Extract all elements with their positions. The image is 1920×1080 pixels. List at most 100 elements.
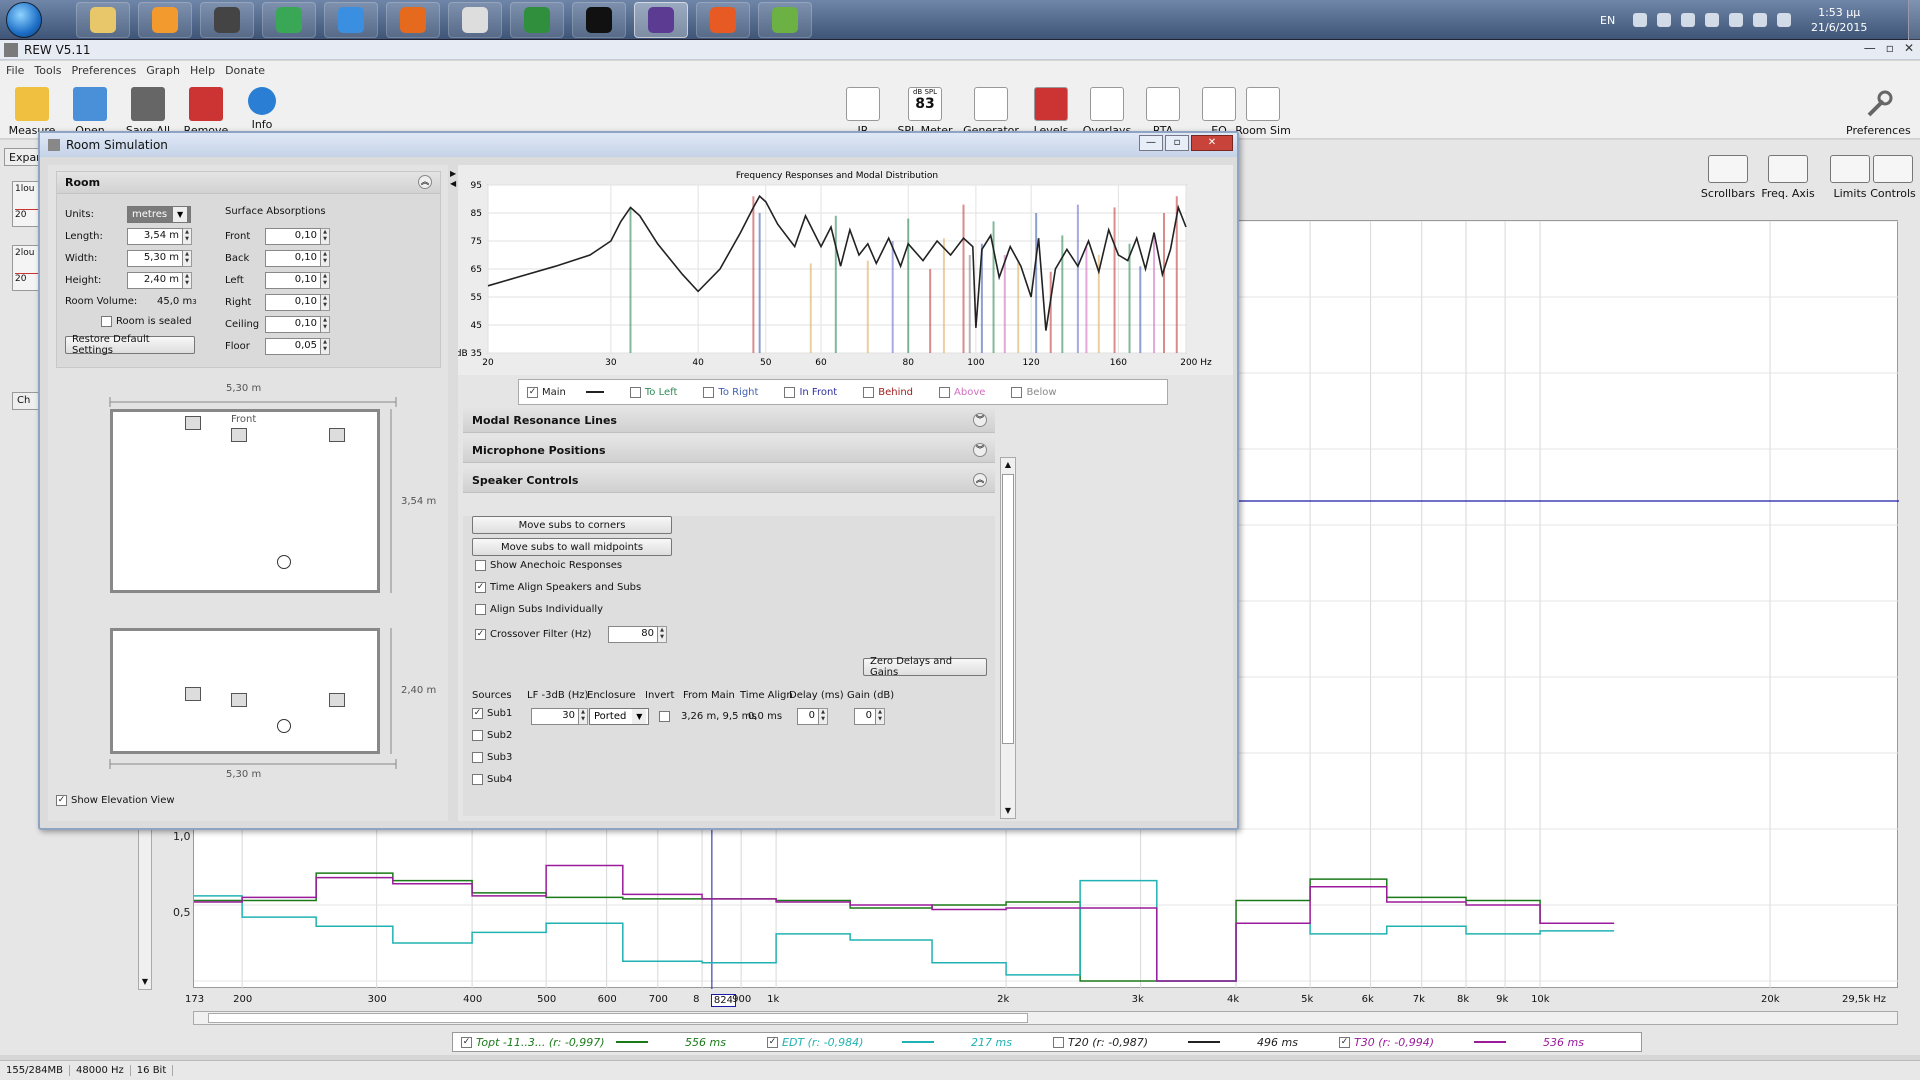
height-field[interactable]: 2,40 m [127,272,183,289]
crossover-spinner[interactable]: ▲ ▼ [658,626,667,643]
elev-speaker-right[interactable] [329,693,345,707]
tray-app-icon[interactable] [1681,13,1696,27]
show-desktop-button[interactable] [1908,0,1920,40]
absorption-field-ceiling[interactable]: 0,10 [265,316,321,333]
tray-flag-icon[interactable] [1777,13,1792,27]
height-spinner[interactable]: ▲ ▼ [183,272,192,289]
length-spinner[interactable]: ▲ ▼ [183,228,192,245]
main-plot-horizontal-scrollbar[interactable] [193,1011,1898,1025]
menu-preferences[interactable]: Preferences [72,64,137,77]
taskbar-play[interactable] [572,2,626,38]
fr-legend-behind[interactable]: Behind [863,386,913,398]
elev-speaker-left[interactable] [185,687,201,701]
absorption-field-left[interactable]: 0,10 [265,272,321,289]
enclosure-select[interactable]: Ported ▼ [589,708,649,725]
elev-microphone-icon[interactable] [277,719,291,733]
taskbar-lightning[interactable] [696,2,750,38]
delay-spinner[interactable]: ▲ ▼ [819,708,828,725]
start-button[interactable] [6,2,42,38]
crossover-field[interactable]: 80 [608,626,658,643]
splitter-arrows-icon[interactable]: ▶ ◀ [450,169,458,195]
legend-item-3[interactable]: ✓ T30 (r: -0,994) 536 ms [1339,1036,1611,1049]
fr-legend-checkbox[interactable] [703,386,715,398]
section-modal-resonance-lines[interactable]: Modal Resonance Lines ︾ [463,408,995,433]
fr-legend-to-right[interactable]: To Right [703,386,758,398]
legend-item-2[interactable]: T20 (r: -0,987) 496 ms [1053,1036,1325,1049]
plan-speaker-right[interactable] [329,428,345,442]
dialog-minimize-icon[interactable]: — [1139,135,1163,151]
menu-file[interactable]: File [6,64,24,77]
source-checkbox[interactable] [472,752,483,763]
legend-checkbox[interactable]: ✓ [461,1036,472,1048]
language-indicator[interactable]: EN [1600,14,1615,27]
length-field[interactable]: 3,54 m [127,228,183,245]
fr-legend-checkbox[interactable] [629,386,641,398]
fr-legend-to-left[interactable]: To Left [629,386,677,398]
menu-help[interactable]: Help [190,64,215,77]
section-speaker-controls[interactable]: Speaker Controls ︽ [463,468,995,493]
collapse-up-icon[interactable]: ︽ [973,473,987,487]
crossover-check[interactable]: ✓ [475,629,486,640]
room-header[interactable]: Room ︽ [57,172,440,194]
fr-legend-checkbox[interactable] [939,386,951,398]
plan-speaker-left[interactable] [185,416,201,430]
time-align-checkbox[interactable]: ✓ Time Align Speakers and Subs [475,582,641,593]
tray-chevron-icon[interactable] [1633,13,1648,27]
fr-legend-below[interactable]: Below [1011,386,1057,398]
absorption-spinner[interactable]: ▲ ▼ [321,272,330,289]
scroll-thumb[interactable] [1002,474,1014,744]
align-subs-check[interactable] [475,604,486,615]
legend-item-1[interactable]: ✓ EDT (r: -0,984) 217 ms [767,1036,1039,1049]
minimize-icon[interactable]: — [1864,41,1876,55]
fr-legend-checkbox[interactable]: ✓ [527,386,538,398]
show-elevation-check[interactable]: ✓ [56,795,67,806]
source-row-sub2[interactable]: Sub2 [472,730,512,741]
fr-legend-main[interactable]: ✓ Main [527,386,604,398]
taskbar-ie[interactable] [324,2,378,38]
room-sealed-check[interactable] [101,316,112,327]
width-spinner[interactable]: ▲ ▼ [183,250,192,267]
main-plot-vertical-scrollbar[interactable]: ▼ [138,825,152,990]
taskbar-folder[interactable] [76,2,130,38]
legend-checkbox[interactable]: ✓ [1339,1036,1350,1048]
anechoic-check[interactable] [475,560,486,571]
taskbar-calendar-321[interactable] [200,2,254,38]
preferences-button[interactable]: Preferences [1846,87,1911,137]
source-row-sub3[interactable]: Sub3 [472,752,512,763]
legend-checkbox[interactable]: ✓ [767,1036,778,1048]
source-row-sub4[interactable]: Sub4 [472,774,512,785]
speaker-controls-scrollbar[interactable]: ▲ ▼ [1000,457,1016,819]
open-button[interactable]: Open [60,87,120,137]
menu-graph[interactable]: Graph [146,64,180,77]
show-elevation-checkbox[interactable]: ✓ Show Elevation View [56,795,175,806]
menu-donate[interactable]: Donate [225,64,265,77]
scroll-down-icon[interactable]: ▼ [139,977,151,989]
time-align-check[interactable]: ✓ [475,582,486,593]
invert-checkbox[interactable] [659,711,670,722]
menu-tools[interactable]: Tools [34,64,61,77]
fr-legend-checkbox[interactable] [863,386,875,398]
taskbar-utorrent[interactable] [758,2,812,38]
close-icon[interactable]: ✕ [1904,41,1914,55]
generator-button[interactable]: Generator [962,87,1020,137]
room-plan-view[interactable]: Front [110,409,380,593]
maximize-icon[interactable]: ▫ [1886,41,1894,55]
tray-display-icon[interactable] [1753,13,1768,27]
absorption-spinner[interactable]: ▲ ▼ [321,316,330,333]
source-checkbox[interactable] [472,774,483,785]
taskbar-media-player[interactable] [138,2,192,38]
volume-icon[interactable] [1729,13,1744,27]
frequency-response-chart[interactable]: Frequency Responses and Modal Distributi… [456,165,1233,375]
absorption-spinner[interactable]: ▲ ▼ [321,228,330,245]
expand-down-icon[interactable]: ︾ [973,413,987,427]
tray-network-icon[interactable] [1657,13,1672,27]
absorption-field-front[interactable]: 0,10 [265,228,321,245]
absorption-field-back[interactable]: 0,10 [265,250,321,267]
plan-sub-center[interactable] [231,428,247,442]
width-field[interactable]: 5,30 m [127,250,183,267]
absorption-spinner[interactable]: ▲ ▼ [321,250,330,267]
levels-button[interactable]: Levels [1022,87,1080,137]
tray-shield-icon[interactable] [1705,13,1720,27]
scroll-up-icon[interactable]: ▲ [1001,458,1015,472]
source-checkbox[interactable]: ✓ [472,708,483,719]
